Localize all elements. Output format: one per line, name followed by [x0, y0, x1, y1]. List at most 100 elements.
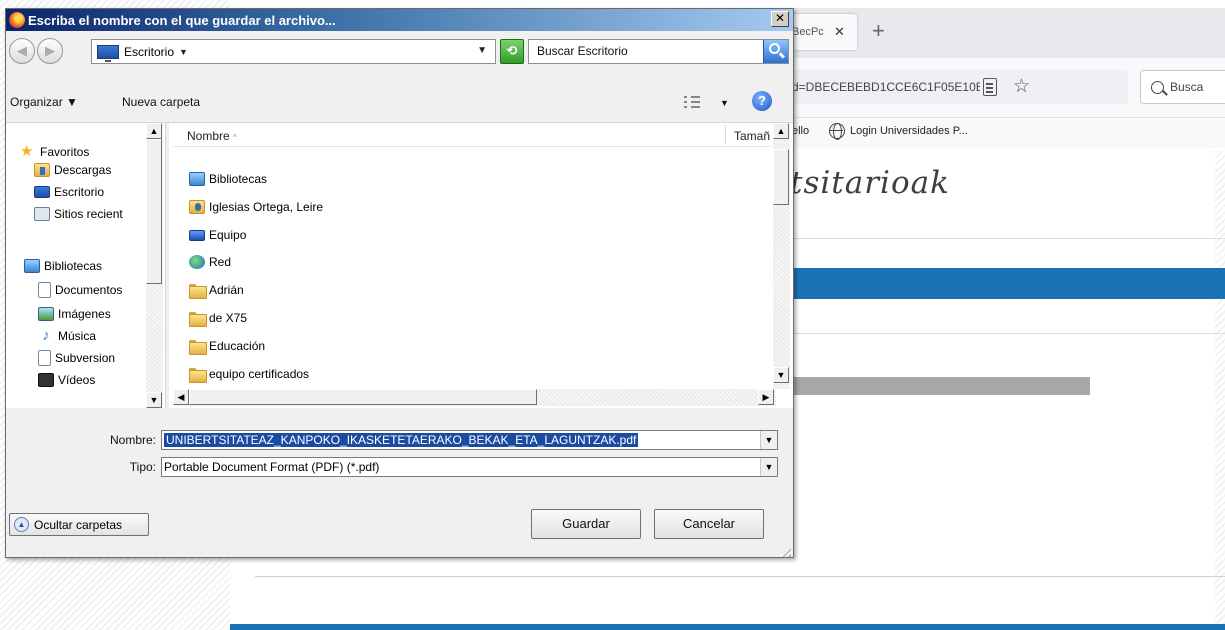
site-title: tsitarioak [790, 165, 950, 201]
column-header-size[interactable]: Tamañ [734, 129, 772, 143]
dialog-titlebar[interactable]: Escriba el nombre con el que guardar el … [6, 9, 793, 31]
nav-item-musica[interactable]: ♪ Música [38, 327, 146, 345]
pictures-icon [38, 307, 54, 321]
music-icon: ♪ [42, 327, 50, 344]
save-button[interactable]: Guardar [531, 509, 641, 539]
reader-view-icon[interactable] [983, 78, 997, 96]
breadcrumb[interactable]: Escritorio ▼ ▼ [91, 39, 496, 64]
nav-item-label: Escritorio [54, 185, 105, 199]
navigation-pane[interactable]: ★ Favoritos Descargas Escritorio Sitios … [6, 123, 166, 408]
new-tab-button[interactable]: + [872, 18, 885, 44]
scroll-thumb[interactable] [773, 149, 789, 205]
file-item-equipo-certificados[interactable]: equipo certificados [189, 363, 309, 385]
file-type-value: Portable Document Format (PDF) (*.pdf) [164, 460, 380, 474]
tab-close-icon[interactable]: ✕ [834, 24, 845, 40]
scroll-thumb[interactable] [146, 139, 162, 284]
scroll-right-button[interactable]: ▶ [758, 389, 774, 405]
nav-item-escritorio[interactable]: Escritorio [34, 183, 164, 201]
file-item-name: Educación [209, 339, 266, 353]
nav-item-label: Descargas [54, 163, 112, 177]
star-icon: ★ [20, 143, 34, 160]
back-button[interactable]: ◀ [9, 38, 35, 64]
help-icon[interactable]: ? [752, 91, 772, 111]
nav-item-bibliotecas[interactable]: Bibliotecas [24, 257, 154, 275]
view-options-icon[interactable] [684, 95, 700, 108]
column-header-name[interactable]: Nombre ^ [187, 129, 237, 143]
search-button[interactable] [763, 40, 788, 63]
view-dropdown-icon[interactable]: ▼ [720, 98, 729, 108]
nav-item-sitios-recientes[interactable]: Sitios recient [34, 205, 146, 223]
breadcrumb-location[interactable]: Escritorio [124, 45, 174, 59]
url-text: d=DBECEBEBD1CCE6C1F05E10B1437 [792, 80, 980, 94]
divider [780, 238, 1225, 239]
nav-item-label: Vídeos [58, 373, 96, 387]
save-file-dialog: Escriba el nombre con el que guardar el … [5, 8, 794, 558]
nav-item-documentos[interactable]: Documentos [38, 281, 146, 299]
desktop-icon [34, 186, 50, 198]
file-item-equipo[interactable]: Equipo [189, 224, 246, 246]
scroll-down-button[interactable]: ▼ [146, 392, 162, 408]
file-pane-scrollbar[interactable]: ▲ ▼ [773, 123, 790, 389]
file-type-select[interactable]: Portable Document Format (PDF) (*.pdf) ▼ [161, 457, 778, 477]
nav-pane-scrollbar[interactable]: ▲ ▼ [146, 123, 163, 408]
hscroll-thumb[interactable] [189, 389, 537, 405]
bookmarks-bar [780, 118, 1225, 148]
documents-icon [38, 282, 51, 298]
search-icon [769, 43, 780, 54]
nav-item-videos[interactable]: Vídeos [38, 371, 146, 389]
history-dropdown-icon[interactable]: ▼ [477, 45, 487, 56]
bookmark-item[interactable]: ello [792, 125, 809, 137]
refresh-button[interactable]: ⟲ [500, 39, 524, 64]
file-item-educacion[interactable]: Educación [189, 335, 265, 357]
scroll-down-button[interactable]: ▼ [773, 367, 789, 383]
nav-item-label: Subversion [55, 351, 116, 365]
type-label: Tipo: [129, 460, 156, 474]
firefox-icon [9, 12, 25, 28]
file-pane-hscrollbar[interactable]: ◀ ▶ [173, 389, 776, 406]
url-bar[interactable]: d=DBECEBEBD1CCE6C1F05E10B1437 ☆ [780, 70, 1128, 104]
folder-icon [189, 367, 207, 383]
recent-places-icon [34, 207, 50, 221]
bookmark-login-universidades[interactable]: Login Universidades P... [850, 125, 968, 137]
nav-item-subversion[interactable]: Subversion [38, 349, 146, 367]
nav-item-favoritos[interactable]: ★ Favoritos [20, 143, 150, 161]
cancel-button[interactable]: Cancelar [654, 509, 764, 539]
filename-value: UNIBERTSITATEAZ_KANPOKO_IKASKETETAERAKO_… [164, 433, 639, 447]
scroll-up-button[interactable]: ▲ [773, 123, 789, 139]
browser-search-box[interactable]: Busca [1140, 70, 1225, 104]
libraries-icon [189, 172, 205, 186]
filename-input[interactable]: UNIBERTSITATEAZ_KANPOKO_IKASKETETAERAKO_… [161, 430, 778, 450]
chevron-down-icon[interactable]: ▼ [760, 431, 777, 449]
file-item-red[interactable]: Red [189, 251, 231, 273]
resize-grip[interactable] [779, 545, 791, 557]
scroll-up-button[interactable]: ▲ [146, 123, 162, 139]
nav-item-imagenes[interactable]: Imágenes [38, 305, 146, 323]
forward-button[interactable]: ▶ [37, 38, 63, 64]
nav-item-descargas[interactable]: Descargas [34, 161, 164, 179]
column-separator[interactable] [725, 125, 726, 145]
hide-folders-button[interactable]: ▲ Ocultar carpetas [9, 513, 149, 536]
file-list-pane[interactable]: Nombre ^ Tamañ Bibliotecas Iglesias Orte… [169, 123, 793, 408]
nav-item-label: Documentos [55, 283, 123, 297]
close-button[interactable]: ✕ [771, 11, 789, 27]
bookmark-star-icon[interactable]: ☆ [1013, 75, 1030, 98]
libraries-icon [24, 259, 40, 273]
user-folder-icon [189, 200, 205, 214]
file-item-name: equipo certificados [209, 367, 310, 381]
chevron-down-icon[interactable]: ▼ [179, 47, 188, 57]
site-footer-band [230, 624, 1225, 630]
scroll-left-button[interactable]: ◀ [173, 389, 189, 405]
save-fields: Nombre: UNIBERTSITATEAZ_KANPOKO_IKASKETE… [6, 409, 793, 559]
file-item-adrian[interactable]: Adrián [189, 279, 244, 301]
file-item-de-x75[interactable]: de X75 [189, 307, 247, 329]
file-item-name: Red [209, 255, 232, 269]
search-input[interactable]: Buscar Escritorio [528, 39, 789, 64]
column-header-row: Nombre ^ Tamañ [174, 123, 770, 147]
file-item-iglesias-ortega[interactable]: Iglesias Ortega, Leire [189, 196, 323, 218]
new-folder-button[interactable]: Nueva carpeta [122, 95, 200, 109]
organize-menu[interactable]: Organizar ▼ [10, 95, 78, 109]
file-item-bibliotecas[interactable]: Bibliotecas [189, 168, 267, 190]
downloads-folder-icon [34, 163, 50, 177]
globe-icon [829, 123, 845, 140]
chevron-down-icon[interactable]: ▼ [760, 458, 777, 476]
